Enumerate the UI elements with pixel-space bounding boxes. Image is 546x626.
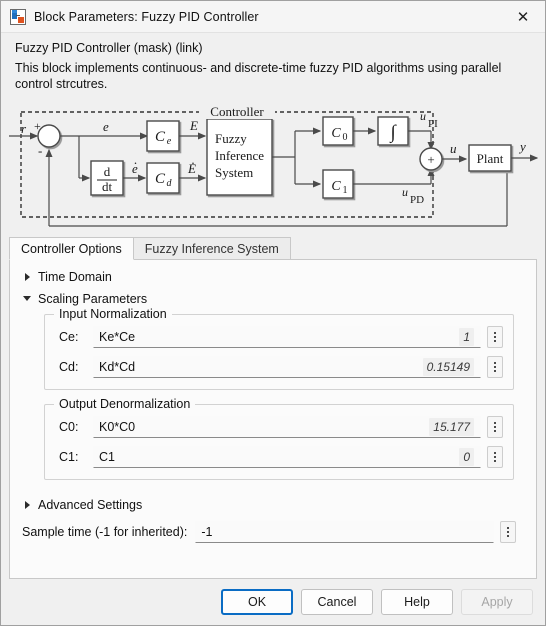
- more-options-icon-c0[interactable]: [487, 416, 503, 438]
- field-value-c0: K0*C0: [99, 420, 136, 434]
- field-evaluated-cd: 0.15149: [422, 358, 474, 376]
- cancel-button[interactable]: Cancel: [301, 589, 373, 615]
- group-output-denormalization: Output Denormalization C0: K0*C0 15.177 …: [44, 397, 514, 480]
- simulink-block-icon: [10, 8, 26, 25]
- field-row-ce: Ce: Ke*Ce 1: [55, 325, 503, 349]
- block-deriv-den: dt: [102, 179, 113, 194]
- field-value-sample-time: -1: [201, 525, 213, 539]
- field-row-cd: Cd: Kd*Cd 0.15149: [55, 355, 503, 379]
- mask-header: Fuzzy PID Controller (mask) (link): [15, 41, 203, 55]
- label-r: r: [21, 121, 27, 136]
- label-edot-dot: .: [134, 152, 137, 167]
- field-label-ce: Ce:: [59, 330, 79, 344]
- field-row-c0: C0: K0*C0 15.177: [55, 415, 503, 439]
- close-icon[interactable]: ✕: [501, 1, 545, 32]
- field-label-c0: C0:: [59, 420, 79, 434]
- field-evaluated-c1: 0: [459, 448, 474, 466]
- field-input-c0[interactable]: K0*C0 15.177: [93, 416, 481, 438]
- block-c0-sub: 0: [343, 132, 348, 143]
- field-label-cd: Cd:: [59, 360, 79, 374]
- group-input-normalization-title: Input Normalization: [54, 307, 172, 321]
- block-fis-line2: Inference: [215, 148, 264, 163]
- chevron-right-icon: [22, 271, 34, 283]
- field-label-c1: C1:: [59, 450, 79, 464]
- field-input-ce[interactable]: Ke*Ce 1: [93, 326, 481, 348]
- chevron-right-icon-advanced: [22, 499, 34, 511]
- group-output-denormalization-title: Output Denormalization: [54, 397, 196, 411]
- field-evaluated-c0: 15.177: [429, 418, 474, 436]
- block-fis-line3: System: [215, 165, 253, 180]
- dialog-footer: OK Cancel Help Apply: [1, 579, 545, 625]
- field-value-c1: C1: [99, 450, 115, 464]
- block-ce: C: [155, 129, 166, 145]
- field-row-sample-time: Sample time (-1 for inherited): -1: [22, 520, 516, 544]
- field-label-sample-time: Sample time (-1 for inherited):: [22, 525, 188, 539]
- label-E: E: [189, 118, 198, 133]
- block-ce-sub: e: [167, 136, 172, 147]
- section-advanced-settings-label: Advanced Settings: [38, 498, 143, 512]
- field-row-c1: C1: C1 0: [55, 445, 503, 469]
- apply-button: Apply: [461, 589, 533, 615]
- label-plus: +: [34, 119, 41, 133]
- window-title: Block Parameters: Fuzzy PID Controller: [34, 9, 259, 24]
- label-Edot-dot: .: [191, 152, 194, 167]
- block-cd: C: [155, 171, 166, 187]
- more-options-icon-cd[interactable]: [487, 356, 503, 378]
- tab-fuzzy-inference-system[interactable]: Fuzzy Inference System: [132, 237, 291, 259]
- label-u-pd-sub: PD: [410, 194, 424, 206]
- field-evaluated-ce: 1: [459, 328, 474, 346]
- field-input-sample-time[interactable]: -1: [195, 521, 494, 543]
- more-options-icon-ce[interactable]: [487, 326, 503, 348]
- mask-description: This block implements continuous- and di…: [15, 61, 502, 91]
- block-c1-sub: 1: [343, 185, 348, 196]
- ok-button[interactable]: OK: [221, 589, 293, 615]
- vertical-scrollbar[interactable]: [530, 261, 535, 577]
- section-advanced-settings[interactable]: Advanced Settings: [10, 494, 536, 516]
- block-fis-line1: Fuzzy: [215, 131, 247, 146]
- tab-strip: Controller Options Fuzzy Inference Syste…: [9, 236, 537, 260]
- field-value-cd: Kd*Cd: [99, 360, 136, 374]
- title-bar: Block Parameters: Fuzzy PID Controller ✕: [1, 1, 545, 33]
- tab-controller-options[interactable]: Controller Options: [9, 237, 134, 260]
- tab-body: Time Domain Scaling Parameters Input Nor…: [9, 260, 537, 579]
- block-parameters-dialog: Block Parameters: Fuzzy PID Controller ✕…: [0, 0, 546, 626]
- field-value-ce: Ke*Ce: [99, 330, 136, 344]
- block-c0: C: [331, 126, 341, 141]
- field-input-cd[interactable]: Kd*Cd 0.15149: [93, 356, 481, 378]
- section-scaling-parameters-label: Scaling Parameters: [38, 292, 148, 306]
- section-time-domain-label: Time Domain: [38, 270, 112, 284]
- label-u-pi: u: [420, 109, 426, 123]
- label-u-pd: u: [402, 185, 408, 199]
- diagram-title: Controller: [210, 104, 264, 119]
- block-deriv-num: d: [104, 164, 111, 179]
- mask-description-area: Fuzzy PID Controller (mask) (link) This …: [1, 33, 545, 92]
- label-e: e: [103, 119, 109, 134]
- label-u-pi-sub: PI: [428, 118, 438, 130]
- more-options-icon-sample-time[interactable]: [500, 521, 516, 543]
- section-time-domain[interactable]: Time Domain: [10, 266, 536, 288]
- block-plant: Plant: [477, 151, 504, 166]
- help-button[interactable]: Help: [381, 589, 453, 615]
- label-minus: -: [38, 143, 42, 158]
- block-c1: C: [331, 179, 341, 194]
- adder-plus-sign: +: [427, 152, 434, 167]
- group-input-normalization: Input Normalization Ce: Ke*Ce 1 Cd: Kd*C…: [44, 307, 514, 390]
- more-options-icon-c1[interactable]: [487, 446, 503, 468]
- field-input-c1[interactable]: C1 0: [93, 446, 481, 468]
- label-y: y: [518, 139, 526, 154]
- controller-block-diagram: Controller r + - e e . E E . u PI u PD u…: [7, 98, 539, 230]
- chevron-down-icon: [22, 293, 34, 305]
- content-panel: Controller Options Fuzzy Inference Syste…: [9, 236, 537, 579]
- label-u: u: [450, 141, 457, 156]
